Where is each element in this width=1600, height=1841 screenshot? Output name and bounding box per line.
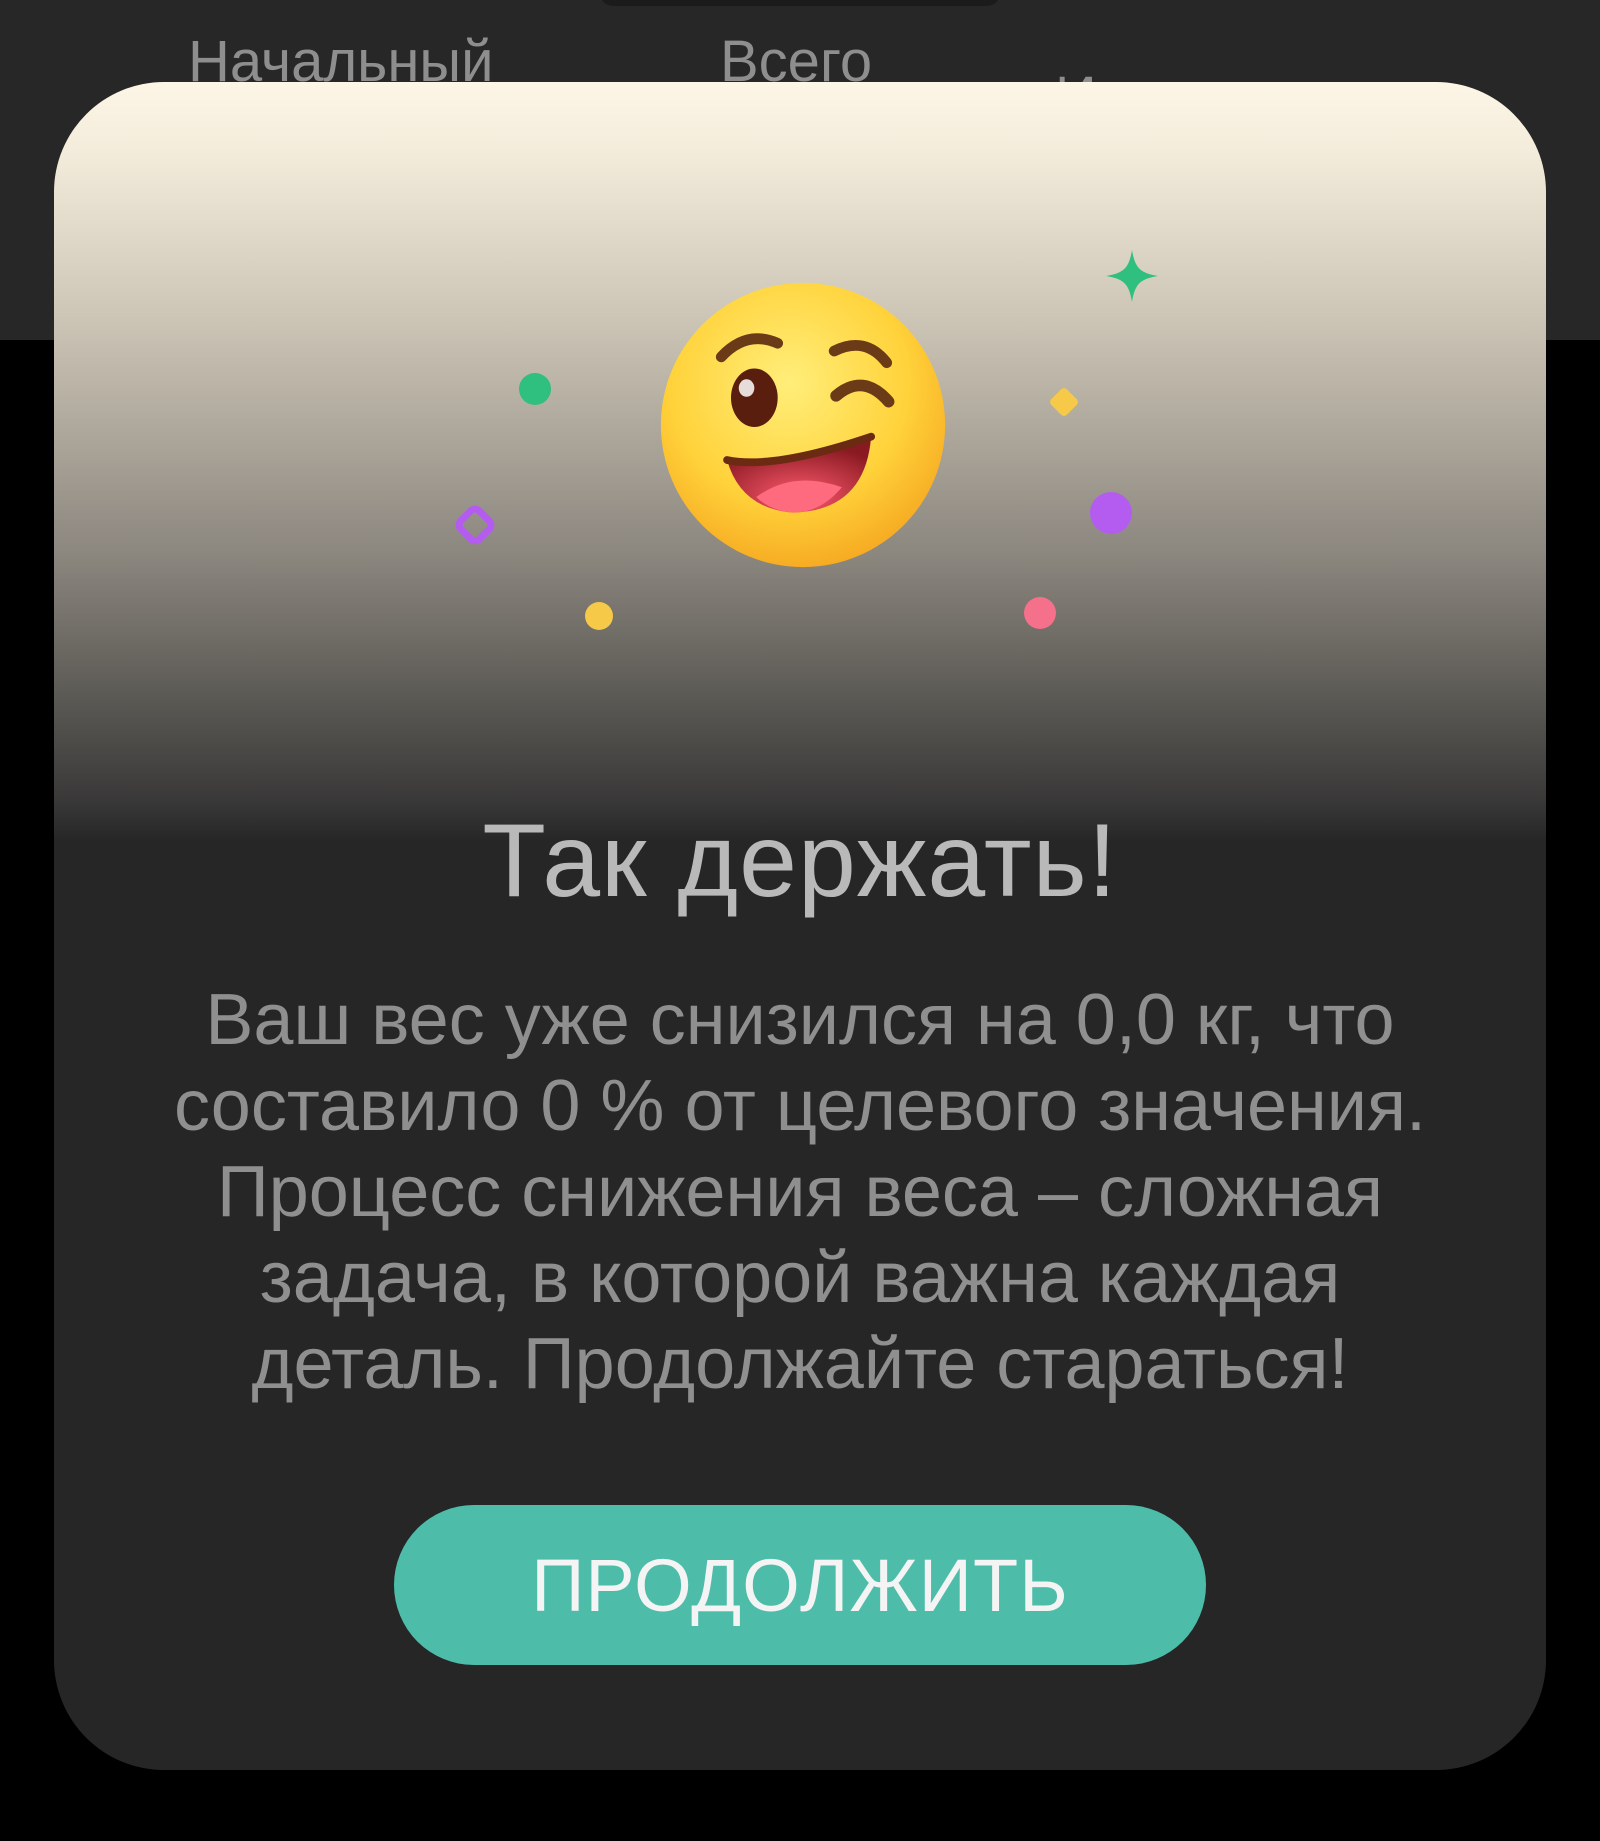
- screen: Начальный Всего Изменение: [0, 0, 1600, 1841]
- sparkle-icon: [1106, 250, 1158, 302]
- confetti-pink-dot: [1024, 597, 1056, 629]
- confetti-purple-dot: [1090, 492, 1132, 534]
- winking-face-icon: [660, 282, 946, 568]
- confetti-purple-outline-diamond-icon: [455, 505, 495, 545]
- confetti-yellow-diamond-icon: [1050, 388, 1078, 416]
- dialog-message: Ваш вес уже снизился на 0,0 кг, что сост…: [173, 980, 1427, 1404]
- confetti-yellow-dot: [585, 602, 613, 630]
- confetti-green-dot: [519, 373, 551, 405]
- continue-button[interactable]: ПРОДОЛЖИТЬ: [394, 1505, 1206, 1665]
- dialog-title: Так держать!: [482, 803, 1118, 919]
- encouragement-dialog: Так держать! Ваш вес уже снизился на 0,0…: [54, 82, 1546, 1770]
- camera-notch: [600, 0, 1000, 6]
